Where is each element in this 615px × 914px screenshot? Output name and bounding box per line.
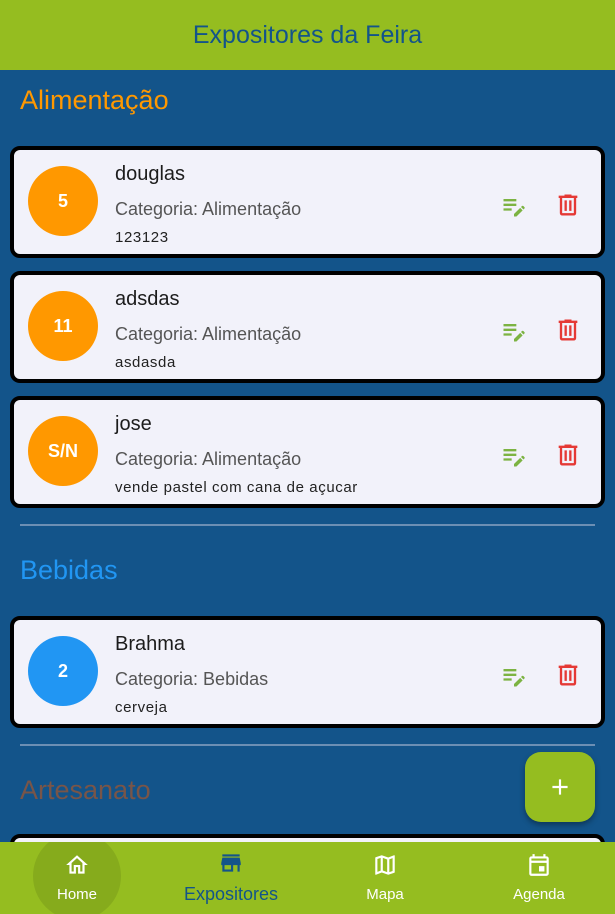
nav-item-mapa[interactable]: Mapa <box>308 842 462 914</box>
delete-icon <box>558 194 578 216</box>
section-title-bebidas: Bebidas <box>20 555 118 585</box>
exhibitor-description: cerveja <box>115 699 168 716</box>
delete-icon <box>558 444 578 466</box>
nav-item-expositores[interactable]: Expositores <box>154 842 308 914</box>
delete-button[interactable] <box>554 315 582 345</box>
store-icon <box>221 854 241 872</box>
section-divider <box>20 744 595 746</box>
edit-button[interactable] <box>500 192 528 220</box>
nav-item-home[interactable]: Home <box>0 842 154 914</box>
nav-label-home: Home <box>56 886 97 903</box>
edit-button[interactable] <box>500 317 528 345</box>
exhibitors-list[interactable]: Alimentação 5 douglas Categoria: Aliment… <box>0 70 615 842</box>
edit-button[interactable] <box>500 662 528 690</box>
section-divider <box>20 524 595 526</box>
edit-note-icon <box>503 324 525 342</box>
delete-button[interactable] <box>554 660 582 690</box>
exhibitor-category: Categoria: Alimentação <box>115 324 302 344</box>
nav-label-agenda: Agenda <box>513 886 565 903</box>
exhibitor-name: jose <box>115 413 152 435</box>
app-bar: Expositores da Feira <box>0 0 615 70</box>
section-title-alimentacao: Alimentação <box>20 85 169 115</box>
avatar: S/N <box>28 416 98 486</box>
delete-icon <box>558 664 578 686</box>
exhibitor-name: Brahma <box>115 633 186 655</box>
avatar: 11 <box>28 291 98 361</box>
add-exhibitor-button[interactable] <box>525 752 595 822</box>
exhibitor-category: Categoria: Alimentação <box>115 449 302 469</box>
nav-label-mapa: Mapa <box>366 886 404 903</box>
nav-label-expositores: Expositores <box>183 884 279 904</box>
edit-note-icon <box>503 449 525 467</box>
avatar: 5 <box>28 166 98 236</box>
exhibitor-name: douglas <box>115 163 186 185</box>
delete-icon <box>558 319 578 341</box>
calendar-icon <box>529 854 549 876</box>
edit-note-icon <box>503 669 525 687</box>
avatar: 2 <box>28 636 98 706</box>
add-icon <box>552 779 568 795</box>
exhibitor-category: Categoria: Bebidas <box>115 669 269 689</box>
exhibitor-card[interactable]: 11 adsdas Categoria: Alimentação asdasda <box>10 271 605 383</box>
delete-button[interactable] <box>554 190 582 220</box>
bottom-navigation: Home Expositores Mapa Agenda <box>0 842 615 914</box>
section-title-artesanato: Artesanato <box>20 775 151 805</box>
map-icon <box>375 855 395 875</box>
exhibitor-card-partial[interactable] <box>10 834 605 842</box>
exhibitor-name: adsdas <box>115 288 180 310</box>
exhibitor-description: asdasda <box>115 354 176 371</box>
exhibitor-card[interactable]: S/N jose Categoria: Alimentação vende pa… <box>10 396 605 508</box>
app-title: Expositores da Feira <box>192 20 423 49</box>
exhibitor-description: vende pastel com cana de açucar <box>115 479 358 496</box>
edit-button[interactable] <box>500 442 528 470</box>
nav-item-agenda[interactable]: Agenda <box>462 842 615 914</box>
exhibitor-card[interactable]: 2 Brahma Categoria: Bebidas cerveja <box>10 616 605 728</box>
home-icon <box>66 855 88 874</box>
exhibitor-card[interactable]: 5 douglas Categoria: Alimentação 123123 <box>10 146 605 258</box>
exhibitor-category: Categoria: Alimentação <box>115 199 302 219</box>
delete-button[interactable] <box>554 440 582 470</box>
edit-note-icon <box>503 199 525 217</box>
exhibitor-description: 123123 <box>115 229 169 246</box>
